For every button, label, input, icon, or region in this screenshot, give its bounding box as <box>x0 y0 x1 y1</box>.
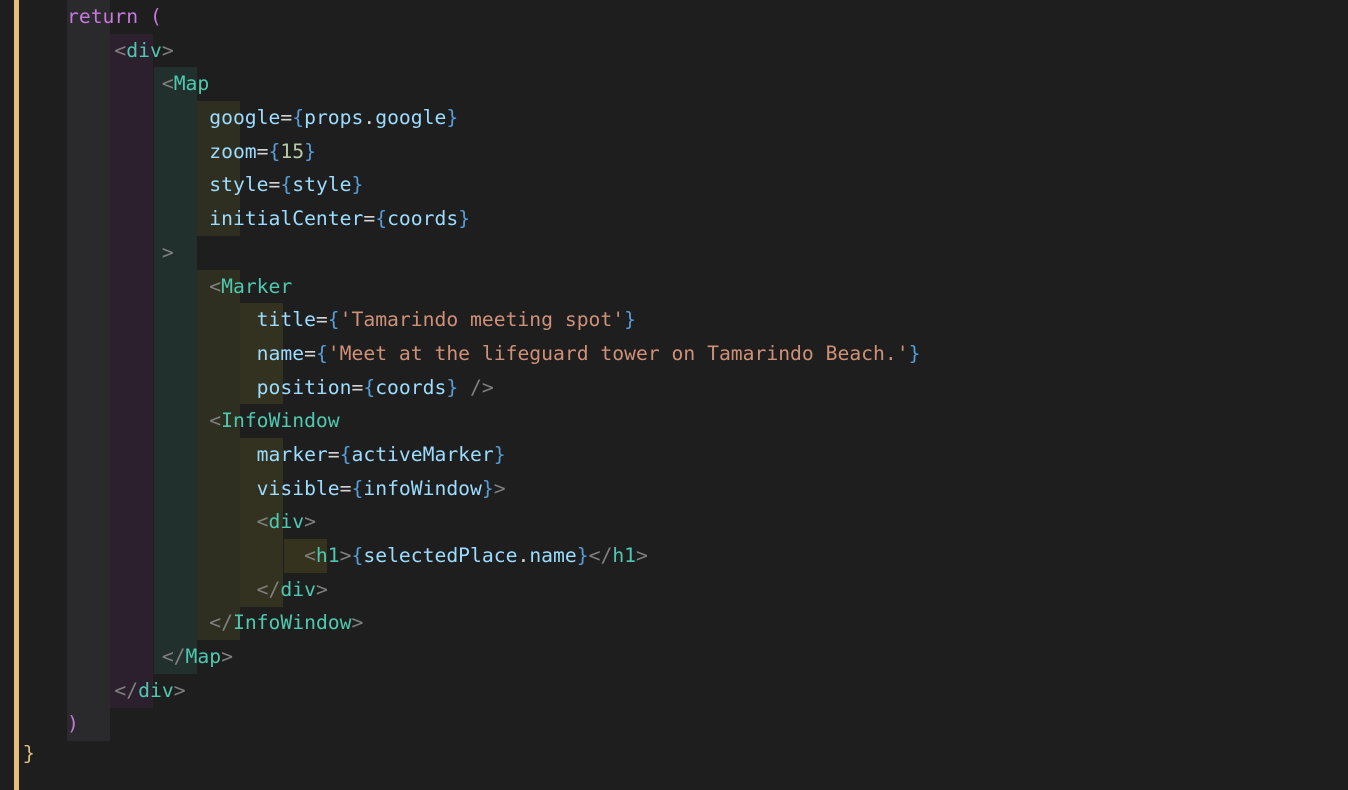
scrollbar-thumb[interactable] <box>0 0 14 790</box>
jsx-attr: marker <box>257 443 328 466</box>
code-line[interactable]: </div> <box>67 679 186 702</box>
jsx-attr: style <box>209 173 268 196</box>
open-paren: ( <box>150 5 162 28</box>
jsx-tag-infowindow: InfoWindow <box>221 409 340 432</box>
vertical-scrollbar[interactable] <box>0 0 14 790</box>
angle-close-tag: </ <box>209 611 233 634</box>
code-line[interactable]: > <box>67 241 174 264</box>
jsx-attr: google <box>209 106 280 129</box>
string-literal: 'Meet at the lifeguard tower on Tamarind… <box>328 342 909 365</box>
angle-close-tag: </ <box>114 679 138 702</box>
jsx-attr: initialCenter <box>209 207 363 230</box>
jsx-tag-infowindow-close: InfoWindow <box>233 611 352 634</box>
angle-close-tag: </ <box>162 645 186 668</box>
jsx-tag-marker: Marker <box>221 275 292 298</box>
jsx-attr: zoom <box>209 140 256 163</box>
jsx-attr: title <box>257 308 316 331</box>
jsx-tag-div: div <box>126 39 162 62</box>
angle-open: < <box>209 275 221 298</box>
jsx-tag-h1: h1 <box>316 544 340 567</box>
code-text-layer[interactable]: return ( <div> <Map google={props.google… <box>19 0 1340 772</box>
angle-close: > <box>162 39 174 62</box>
code-line[interactable]: <Marker <box>67 275 292 298</box>
jsx-tag-map-close: Map <box>186 645 222 668</box>
angle-close: > <box>494 477 506 500</box>
jsx-attr: position <box>257 376 352 399</box>
code-line[interactable]: title={'Tamarindo meeting spot'} <box>67 308 636 331</box>
code-line[interactable]: marker={activeMarker} <box>67 443 506 466</box>
jsx-tag-map: Map <box>174 72 210 95</box>
angle-open: < <box>304 544 316 567</box>
jsx-tag-div-inner: div <box>269 510 305 533</box>
code-line[interactable]: return ( <box>67 5 162 28</box>
code-line[interactable]: <Map <box>67 72 209 95</box>
code-line[interactable]: visible={infoWindow}> <box>67 477 506 500</box>
code-content-area[interactable]: return ( <div> <Map google={props.google… <box>19 0 1348 790</box>
angle-open: < <box>162 72 174 95</box>
jsx-attr: visible <box>257 477 340 500</box>
angle-open: < <box>257 510 269 533</box>
code-line[interactable]: name={'Meet at the lifeguard tower on Ta… <box>67 342 920 365</box>
angle-open: < <box>209 409 221 432</box>
code-line[interactable]: zoom={15} <box>67 140 316 163</box>
angle-close: > <box>304 510 316 533</box>
angle-open: < <box>114 39 126 62</box>
code-line[interactable]: </div> <box>67 578 328 601</box>
self-close: /> <box>458 376 494 399</box>
angle-close-tag: </ <box>257 578 281 601</box>
keyword-return: return <box>67 5 138 28</box>
code-line[interactable]: <div> <box>67 39 174 62</box>
code-editor[interactable]: return ( <div> <Map google={props.google… <box>0 0 1348 790</box>
code-line[interactable]: position={coords} /> <box>67 376 494 399</box>
code-line[interactable]: </InfoWindow> <box>67 611 363 634</box>
jsx-attr: name <box>257 342 304 365</box>
jsx-tag-div-close: div <box>280 578 316 601</box>
angle-close: > <box>162 241 174 264</box>
jsx-tag-div-outer-close: div <box>138 679 174 702</box>
string-literal: 'Tamarindo meeting spot' <box>340 308 624 331</box>
code-line[interactable]: <h1>{selectedPlace.name}</h1> <box>67 544 648 567</box>
code-line[interactable]: ) <box>67 712 79 735</box>
close-paren: ) <box>67 712 79 735</box>
close-brace: } <box>23 743 35 765</box>
code-line[interactable]: <div> <box>67 510 316 533</box>
code-line[interactable]: </Map> <box>67 645 233 668</box>
number-literal: 15 <box>280 140 304 163</box>
code-lines[interactable]: return ( <div> <Map google={props.google… <box>19 0 1340 741</box>
code-line[interactable]: <InfoWindow <box>67 409 340 432</box>
code-line[interactable]: initialCenter={coords} <box>67 207 470 230</box>
code-line[interactable]: style={style} <box>67 173 363 196</box>
code-line[interactable]: google={props.google} <box>67 106 458 129</box>
